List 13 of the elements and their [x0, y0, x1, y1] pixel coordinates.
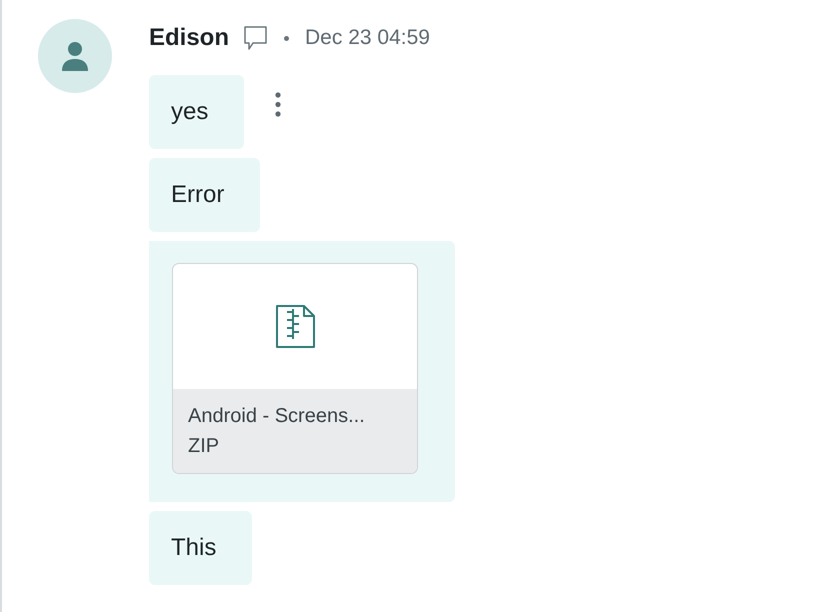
file-attachment-card[interactable]: Android - Screens... ZIP — [172, 263, 418, 474]
comment-icon[interactable] — [244, 26, 268, 50]
message-bubble: yes — [149, 75, 244, 149]
separator-dot-icon — [284, 36, 290, 40]
more-options-icon[interactable] — [275, 92, 282, 117]
message-timestamp: Dec 23 04:59 — [305, 25, 430, 51]
user-avatar-icon — [38, 19, 112, 93]
file-name: Android - Screens... — [188, 404, 366, 429]
file-type: ZIP — [188, 434, 220, 459]
author-name: Edison — [149, 23, 230, 53]
message-bubble: This — [149, 511, 252, 585]
zip-file-icon — [276, 305, 314, 348]
message-bubble: Error — [149, 158, 260, 232]
